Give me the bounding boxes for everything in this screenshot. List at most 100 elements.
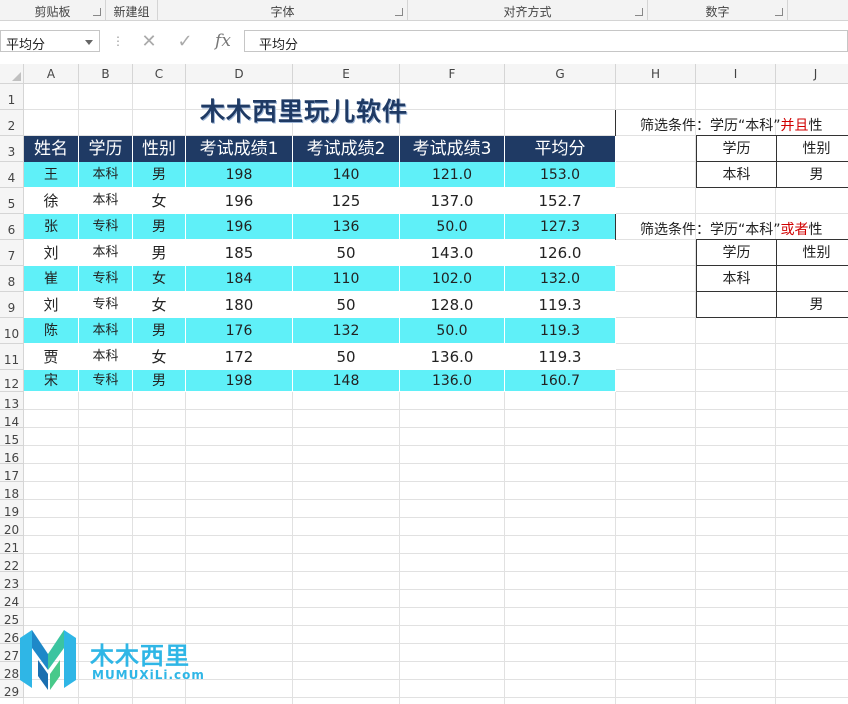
row-header-23[interactable]: 23 [0,572,24,591]
table-cell[interactable]: 128.0 [400,292,505,318]
table-cell[interactable]: 140 [293,162,400,188]
table-cell[interactable]: 132.0 [505,266,616,292]
row-header-3[interactable]: 3 [0,136,24,162]
row-header-17[interactable]: 17 [0,464,24,483]
table-cell[interactable]: 50 [293,292,400,318]
row-header-16[interactable]: 16 [0,446,24,465]
row-header-11[interactable]: 11 [0,344,24,370]
table-cell[interactable]: 126.0 [505,240,616,266]
column-header-b[interactable]: B [79,64,133,84]
criteria-and-table-cell[interactable]: 学历 [696,135,777,162]
table-cell[interactable]: 172 [186,344,293,370]
criteria-or-table-cell[interactable]: 学历 [696,239,777,266]
table-cell[interactable]: 132 [293,318,400,344]
table-cell[interactable]: 196 [186,188,293,214]
table-cell[interactable]: 本科 [79,188,133,214]
row-header-25[interactable]: 25 [0,608,24,627]
table-cell[interactable]: 本科 [79,240,133,266]
table-cell[interactable]: 127.3 [505,214,616,240]
row-header-18[interactable]: 18 [0,482,24,501]
table-cell[interactable]: 女 [133,188,186,214]
criteria-or-table-cell[interactable]: 男 [776,291,848,318]
table-cell[interactable]: 148 [293,370,400,392]
table-cell[interactable]: 本科 [79,344,133,370]
table-cell[interactable]: 160.7 [505,370,616,392]
table-cell[interactable]: 崔 [24,266,79,292]
table-cell[interactable]: 女 [133,344,186,370]
table-cell[interactable]: 137.0 [400,188,505,214]
table-cell[interactable]: 153.0 [505,162,616,188]
criteria-or-table-cell[interactable] [696,291,777,318]
row-header-20[interactable]: 20 [0,518,24,537]
row-header-2[interactable]: 2 [0,110,24,136]
row-header-13[interactable]: 13 [0,392,24,411]
row-header-6[interactable]: 6 [0,214,24,240]
row-header-24[interactable]: 24 [0,590,24,609]
column-header-f[interactable]: F [400,64,505,84]
table-cell[interactable]: 136.0 [400,344,505,370]
table-cell[interactable]: 本科 [79,162,133,188]
table-cell[interactable]: 50 [293,240,400,266]
table-cell[interactable]: 198 [186,162,293,188]
table-cell[interactable]: 张 [24,214,79,240]
table-cell[interactable]: 刘 [24,240,79,266]
row-header-4[interactable]: 4 [0,162,24,188]
table-cell[interactable]: 102.0 [400,266,505,292]
table-cell[interactable]: 女 [133,292,186,318]
table-cell[interactable]: 刘 [24,292,79,318]
table-cell[interactable]: 徐 [24,188,79,214]
row-header-14[interactable]: 14 [0,410,24,429]
row-header-9[interactable]: 9 [0,292,24,318]
table-cell[interactable]: 184 [186,266,293,292]
table-cell[interactable]: 专科 [79,292,133,318]
table-cell[interactable]: 110 [293,266,400,292]
column-header-d[interactable]: D [186,64,293,84]
table-cell[interactable]: 陈 [24,318,79,344]
row-header-10[interactable]: 10 [0,318,24,344]
row-header-22[interactable]: 22 [0,554,24,573]
table-cell[interactable]: 男 [133,318,186,344]
column-header-c[interactable]: C [133,64,186,84]
table-cell[interactable]: 男 [133,162,186,188]
table-cell[interactable]: 男 [133,214,186,240]
criteria-and-table-cell[interactable]: 性别 [776,135,848,162]
table-cell[interactable]: 专科 [79,370,133,392]
row-header-12[interactable]: 12 [0,370,24,392]
table-cell[interactable]: 121.0 [400,162,505,188]
table-cell[interactable]: 男 [133,370,186,392]
criteria-or-table-cell[interactable]: 性别 [776,239,848,266]
table-cell[interactable]: 185 [186,240,293,266]
column-header-i[interactable]: I [696,64,776,84]
row-header-1[interactable]: 1 [0,84,24,110]
table-cell[interactable]: 119.3 [505,344,616,370]
table-cell[interactable]: 50 [293,344,400,370]
row-header-8[interactable]: 8 [0,266,24,292]
table-cell[interactable]: 125 [293,188,400,214]
table-cell[interactable]: 119.3 [505,292,616,318]
table-cell[interactable]: 180 [186,292,293,318]
table-cell[interactable]: 男 [133,240,186,266]
table-cell[interactable]: 198 [186,370,293,392]
table-cell[interactable]: 宋 [24,370,79,392]
select-all-corner[interactable] [0,64,24,84]
row-header-5[interactable]: 5 [0,188,24,214]
table-cell[interactable]: 王 [24,162,79,188]
row-header-19[interactable]: 19 [0,500,24,519]
criteria-or-table-cell[interactable]: 本科 [696,265,777,292]
criteria-and-table-cell[interactable]: 本科 [696,161,777,188]
table-cell[interactable]: 50.0 [400,214,505,240]
table-cell[interactable]: 专科 [79,266,133,292]
table-cell[interactable]: 贾 [24,344,79,370]
column-header-g[interactable]: G [505,64,616,84]
column-header-j[interactable]: J [776,64,848,84]
table-cell[interactable]: 50.0 [400,318,505,344]
row-header-7[interactable]: 7 [0,240,24,266]
table-cell[interactable]: 136 [293,214,400,240]
column-header-a[interactable]: A [24,64,79,84]
table-cell[interactable]: 136.0 [400,370,505,392]
table-cell[interactable]: 176 [186,318,293,344]
table-cell[interactable]: 196 [186,214,293,240]
row-header-15[interactable]: 15 [0,428,24,447]
column-header-e[interactable]: E [293,64,400,84]
table-cell[interactable]: 143.0 [400,240,505,266]
